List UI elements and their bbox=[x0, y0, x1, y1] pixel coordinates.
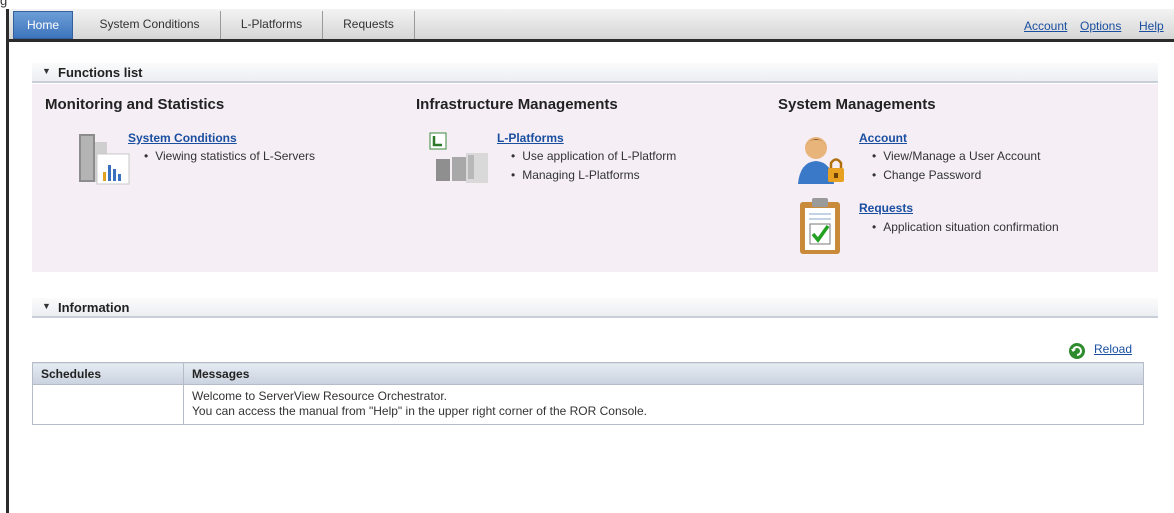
account-link[interactable]: Account bbox=[1024, 19, 1067, 33]
list-item: Use application of L-Platform bbox=[511, 147, 676, 166]
information-title: Information bbox=[58, 300, 130, 315]
top-edge: g bbox=[0, 0, 1174, 9]
system-managements-title: System Managements bbox=[778, 96, 936, 113]
help-link[interactable]: Help bbox=[1139, 19, 1164, 33]
tab-home[interactable]: Home bbox=[13, 11, 73, 39]
account-bullets: View/Manage a User Account Change Passwo… bbox=[872, 147, 1040, 185]
functions-list-header[interactable]: ▼ Functions list bbox=[32, 63, 1158, 83]
left-frame-edge bbox=[6, 9, 9, 513]
column-header-messages[interactable]: Messages bbox=[183, 362, 1144, 385]
tab-system-conditions[interactable]: System Conditions bbox=[79, 11, 221, 39]
list-item: Change Password bbox=[872, 166, 1040, 185]
reload-icon[interactable] bbox=[1068, 343, 1086, 363]
message-line: You can access the manual from "Help" in… bbox=[192, 404, 647, 418]
schedule-cell bbox=[32, 384, 184, 425]
messages-cell: Welcome to ServerView Resource Orchestra… bbox=[183, 384, 1144, 425]
l-platform-icon bbox=[428, 131, 492, 190]
clipboard-check-icon bbox=[798, 196, 844, 259]
main-tab-bar: Home System Conditions L-Platforms Reque… bbox=[9, 9, 1174, 42]
system-conditions-bullets: Viewing statistics of L-Servers bbox=[144, 147, 315, 166]
user-lock-icon bbox=[798, 134, 850, 191]
collapse-triangle-icon[interactable]: ▼ bbox=[42, 301, 51, 311]
monitoring-statistics-title: Monitoring and Statistics bbox=[45, 96, 225, 113]
infrastructure-managements-title: Infrastructure Managements bbox=[416, 96, 618, 113]
requests-bullets: Application situation confirmation bbox=[872, 218, 1058, 237]
list-item: Application situation confirmation bbox=[872, 218, 1058, 237]
options-link[interactable]: Options bbox=[1080, 19, 1121, 33]
reload-button[interactable]: Reload bbox=[1068, 342, 1132, 363]
tab-l-platforms[interactable]: L-Platforms bbox=[221, 11, 323, 39]
system-conditions-link[interactable]: System Conditions bbox=[128, 131, 237, 145]
information-header[interactable]: ▼ Information bbox=[32, 298, 1158, 318]
information-table: Schedules Messages Welcome to ServerView… bbox=[32, 362, 1144, 425]
tab-requests[interactable]: Requests bbox=[323, 11, 415, 39]
l-platforms-link[interactable]: L-Platforms bbox=[497, 131, 564, 145]
list-item: View/Manage a User Account bbox=[872, 147, 1040, 166]
functions-list-title: Functions list bbox=[58, 65, 143, 80]
column-header-schedules[interactable]: Schedules bbox=[32, 362, 184, 385]
message-line: Welcome to ServerView Resource Orchestra… bbox=[192, 389, 447, 403]
requests-function-link[interactable]: Requests bbox=[859, 201, 913, 215]
list-item: Managing L-Platforms bbox=[511, 166, 676, 185]
l-platforms-bullets: Use application of L-Platform Managing L… bbox=[511, 147, 676, 185]
table-header-row: Schedules Messages bbox=[32, 362, 1144, 385]
table-row: Welcome to ServerView Resource Orchestra… bbox=[32, 384, 1144, 425]
server-chart-icon bbox=[77, 132, 133, 193]
collapse-triangle-icon[interactable]: ▼ bbox=[42, 66, 51, 76]
list-item: Viewing statistics of L-Servers bbox=[144, 147, 315, 166]
reload-label[interactable]: Reload bbox=[1094, 342, 1132, 356]
account-function-link[interactable]: Account bbox=[859, 131, 907, 145]
functions-panel: Monitoring and Statistics System Conditi… bbox=[32, 84, 1158, 272]
